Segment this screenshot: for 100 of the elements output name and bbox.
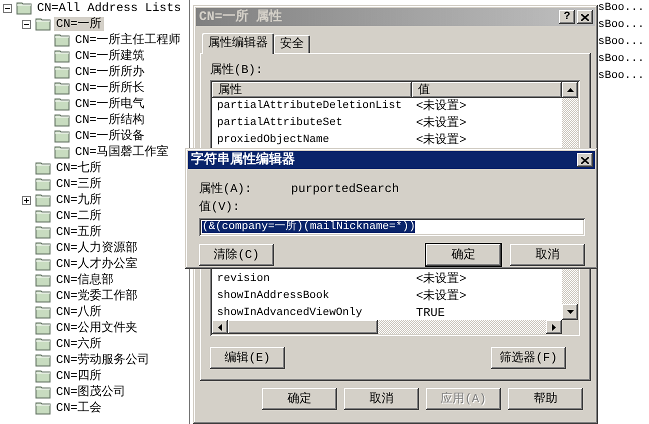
folder-icon (35, 225, 51, 239)
horizontal-scrollbar[interactable] (212, 320, 578, 334)
tree-item[interactable]: CN=三所 (54, 176, 104, 192)
folder-icon (35, 209, 51, 223)
folder-icon (35, 353, 51, 367)
tree-item[interactable]: CN=一所所办 (73, 64, 147, 80)
folder-icon (54, 33, 70, 47)
folder-icon (35, 401, 51, 415)
tree-item[interactable]: CN=六所 (54, 336, 104, 352)
list-item-text: sBoo... (598, 52, 644, 67)
scroll-left-icon[interactable] (212, 320, 228, 334)
tab[interactable]: 安全 (274, 35, 310, 53)
scroll-up-icon[interactable] (562, 82, 578, 98)
attribute-name: showInAddressBook (216, 290, 330, 304)
tree-item[interactable]: CN=一所所长 (73, 80, 147, 96)
folder-icon (54, 81, 70, 95)
attribute-name: revision (216, 272, 271, 286)
list-item-text: sBoo... (598, 69, 644, 84)
folder-icon (35, 193, 51, 207)
folder-icon (35, 305, 51, 319)
list-item-text: sBoo... (598, 1, 644, 16)
folder-icon (54, 97, 70, 111)
folder-icon (35, 321, 51, 335)
dialog-button[interactable]: 取消 (344, 388, 419, 410)
attribute-value: <未设置> (415, 116, 468, 131)
scroll-right-icon[interactable] (546, 320, 562, 334)
tree-item[interactable]: CN=一所结构 (73, 112, 147, 128)
tree-item[interactable]: CN=马国磬工作室 (73, 144, 171, 160)
window-title: 字符串属性编辑器 (191, 152, 296, 168)
close-icon[interactable] (581, 14, 589, 20)
folder-icon (35, 337, 51, 351)
tree-item[interactable]: CN=公用文件夹 (54, 320, 140, 336)
tree-item[interactable]: CN=图茂公司 (54, 384, 128, 400)
tree-item[interactable]: CN=四所 (54, 368, 104, 384)
folder-icon (35, 257, 51, 271)
edit-button[interactable]: 编辑(E) (210, 347, 285, 369)
column-header[interactable]: 属性 (212, 82, 412, 98)
folder-icon (35, 177, 51, 191)
attribute-name: partialAttributeSet (216, 116, 344, 130)
folder-icon (35, 289, 51, 303)
filter-button[interactable]: 筛选器(F) (491, 347, 566, 369)
tab[interactable]: 属性编辑器 (202, 33, 274, 54)
close-icon[interactable] (581, 156, 589, 164)
attributes-label: 属性(B): (210, 63, 264, 79)
attribute-name: showInAdvancedViewOnly (216, 306, 364, 320)
help-button[interactable]: ? (559, 10, 575, 24)
scroll-down-icon[interactable] (562, 304, 578, 320)
tree-item[interactable]: CN=一所设备 (73, 128, 147, 144)
scrollbar-thumb[interactable] (228, 320, 378, 334)
close-button[interactable] (577, 153, 593, 167)
close-button[interactable] (577, 10, 593, 24)
tree-item[interactable]: CN=一所 (54, 16, 104, 32)
column-header[interactable]: 值 (412, 82, 562, 98)
tree-item[interactable]: CN=一所电气 (73, 96, 147, 112)
dialog-button[interactable]: 确定 (262, 388, 337, 410)
folder-icon (35, 273, 51, 287)
list-item-text: sBoo... (598, 18, 644, 33)
tree-item[interactable]: CN=五所 (54, 224, 104, 240)
attribute-value: TRUE (415, 306, 446, 321)
tree-item[interactable]: CN=All Address Lists (35, 0, 184, 16)
tree-item[interactable]: CN=八所 (54, 304, 104, 320)
folder-icon (54, 129, 70, 143)
folder-icon (54, 113, 70, 127)
tree-item[interactable]: CN=工会 (54, 400, 104, 416)
tree-item[interactable]: CN=九所 (54, 192, 104, 208)
attribute-value: <未设置> (415, 289, 468, 304)
tree-item[interactable]: CN=劳动服务公司 (54, 352, 152, 368)
tree-item[interactable]: CN=一所主任工程师 (73, 32, 183, 48)
folder-icon (35, 385, 51, 399)
attribute-name: partialAttributeDeletionList (216, 100, 403, 114)
tree-item[interactable]: CN=人力资源部 (54, 240, 140, 256)
tree-item[interactable]: CN=七所 (54, 160, 104, 176)
folder-icon (54, 49, 70, 63)
attribute-value: <未设置> (415, 272, 468, 287)
clear-button[interactable]: 清除(C) (199, 244, 274, 266)
attribute-value: <未设置> (415, 133, 468, 148)
tree-item[interactable]: CN=二所 (54, 208, 104, 224)
ok-button[interactable]: 确定 (426, 244, 501, 266)
folder-icon (35, 369, 51, 383)
expand-icon[interactable] (22, 196, 31, 204)
collapse-icon[interactable] (22, 20, 31, 28)
tree-item[interactable]: CN=党委工作部 (54, 288, 140, 304)
folder-icon (35, 17, 51, 31)
cancel-button[interactable]: 取消 (510, 244, 585, 266)
dialog-button[interactable]: 帮助 (508, 388, 583, 410)
tree-item[interactable]: CN=人才办公室 (54, 256, 140, 272)
folder-icon (35, 161, 51, 175)
folder-icon (35, 241, 51, 255)
window-title: CN=一所 属性 (199, 9, 284, 25)
attribute-name: proxiedObjectName (216, 134, 330, 148)
attribute-label: 属性(A): (199, 182, 253, 196)
value-label: 值(V): (199, 200, 240, 216)
folder-icon (54, 145, 70, 159)
tree-item[interactable]: CN=信息部 (54, 272, 116, 288)
collapse-icon[interactable] (3, 4, 12, 12)
scrollbar-corner (562, 320, 578, 334)
attribute-name: purportedSearch (291, 182, 400, 196)
tree-item[interactable]: CN=一所建筑 (73, 48, 147, 64)
folder-icon (54, 65, 70, 79)
list-item-text: sBoo... (598, 35, 644, 50)
